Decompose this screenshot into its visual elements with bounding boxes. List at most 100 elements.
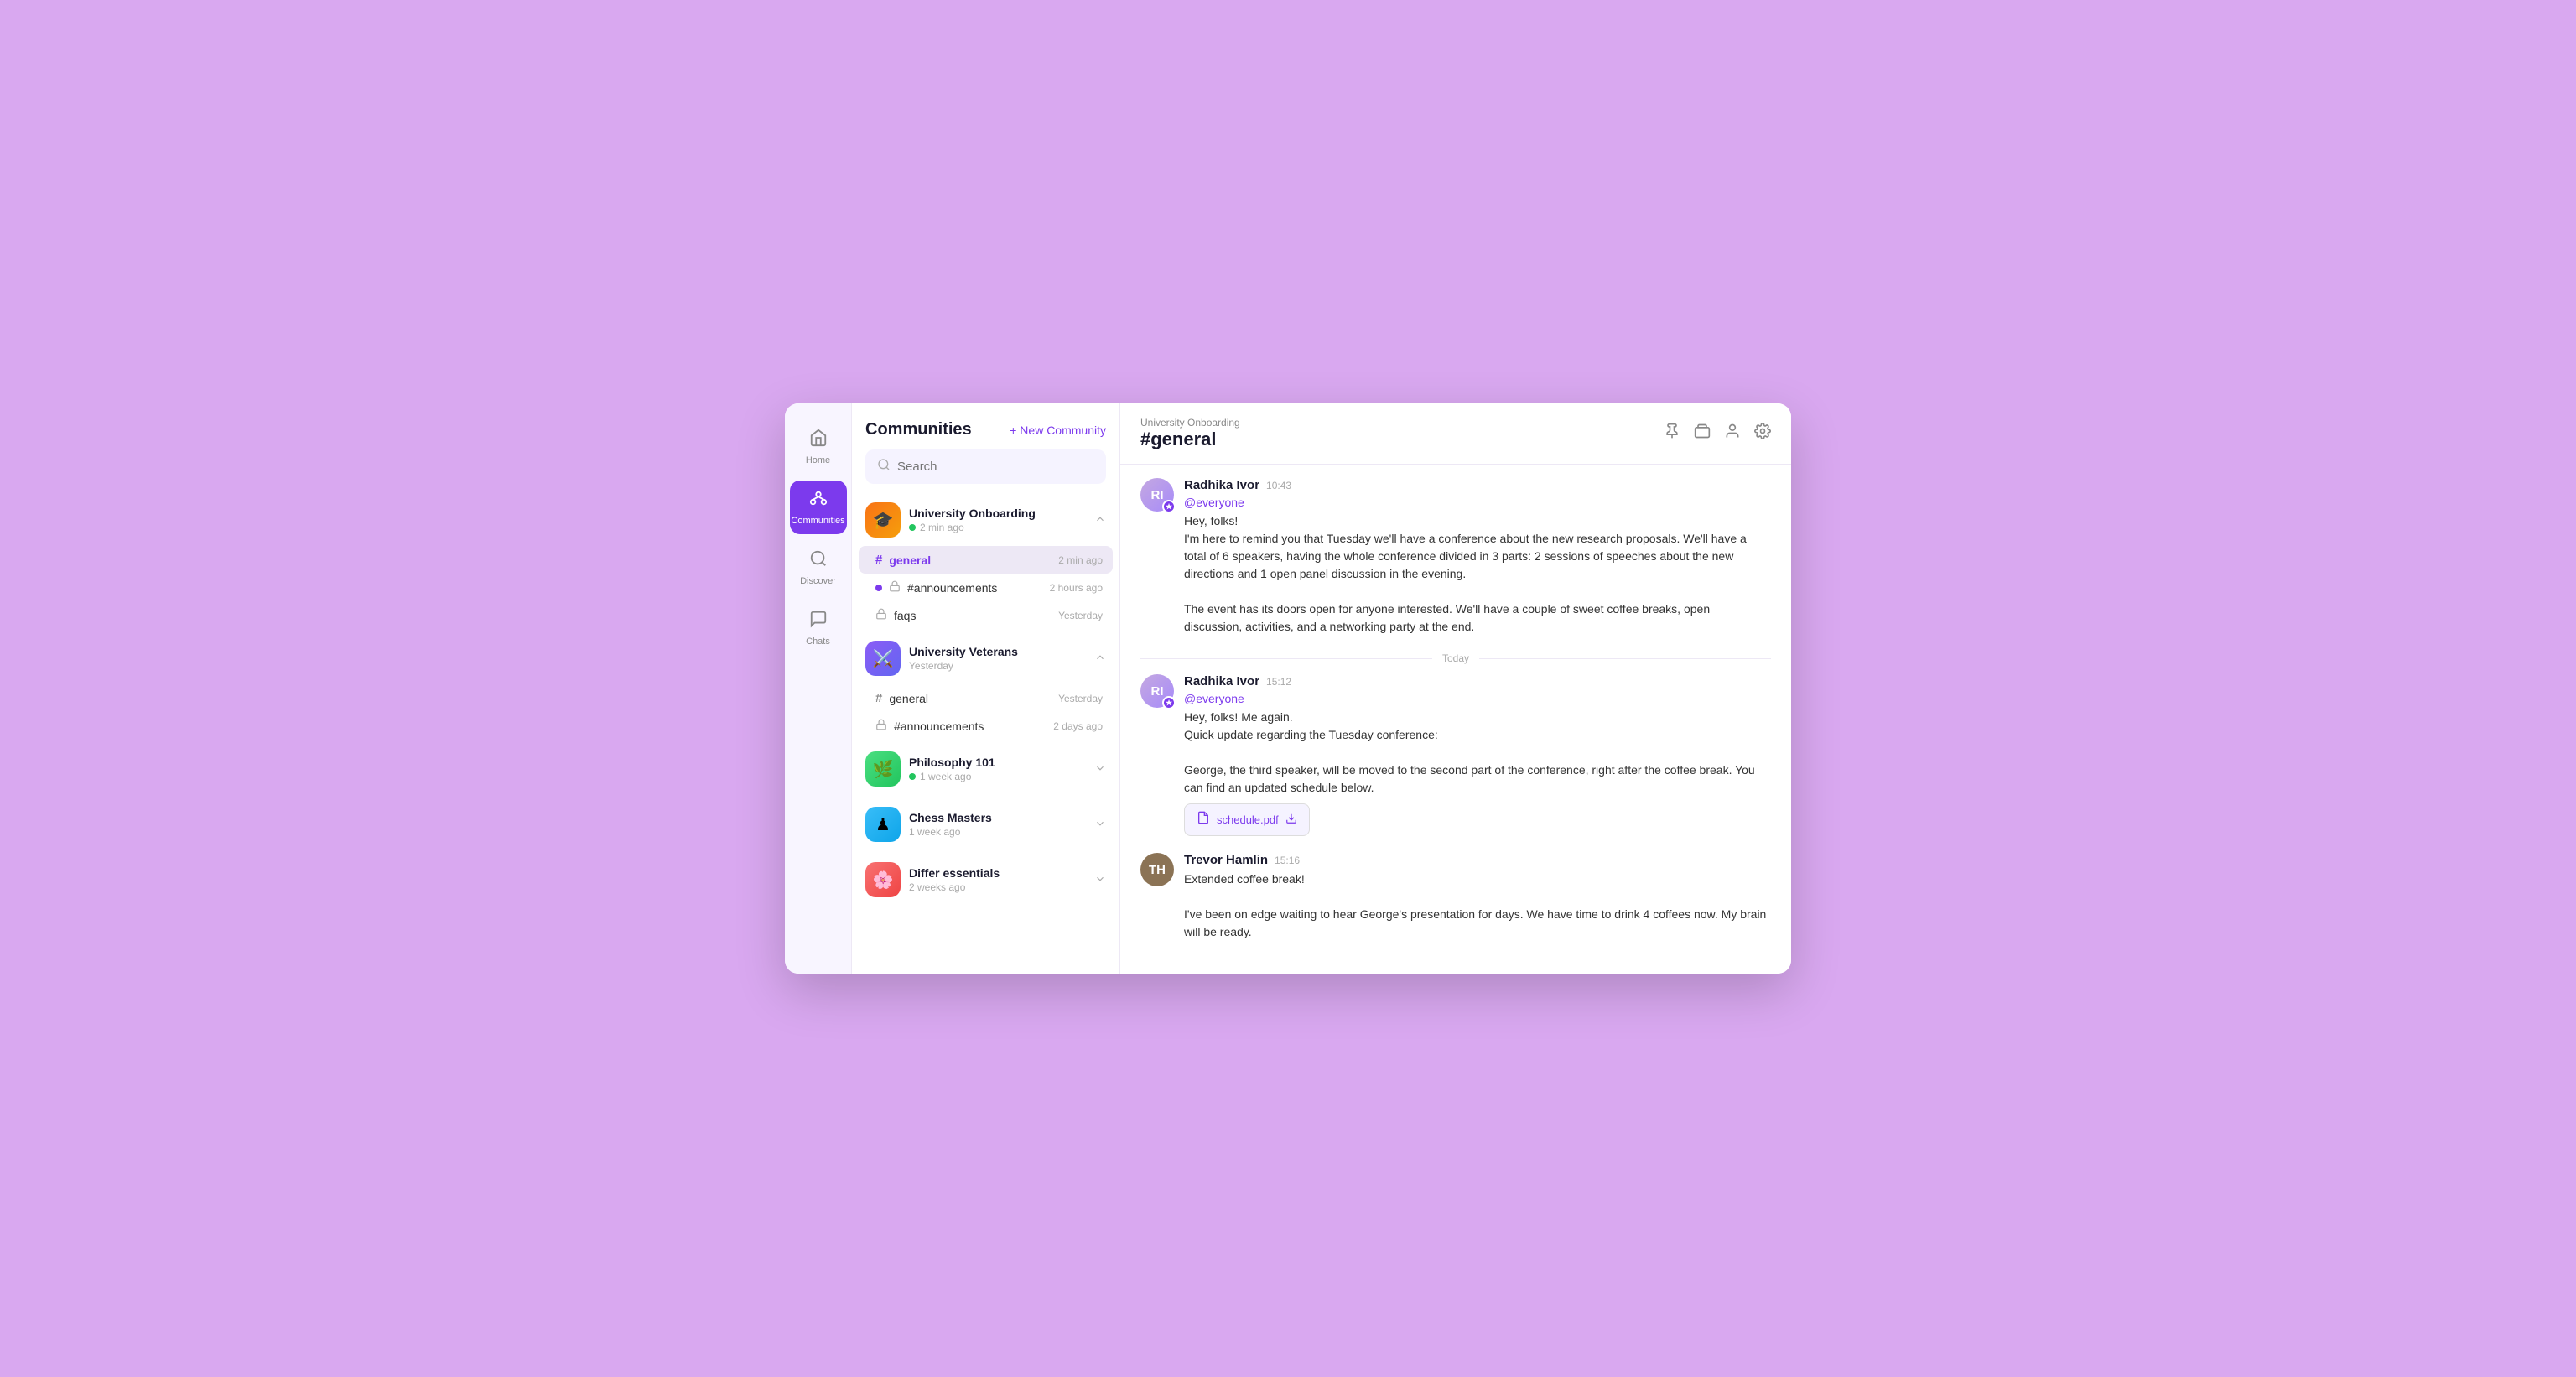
home-label: Home bbox=[806, 455, 830, 465]
community-time: 2 min ago bbox=[920, 522, 964, 533]
communities-list: 🎓 University Onboarding 2 min ago bbox=[852, 494, 1119, 974]
channel-time: Yesterday bbox=[1058, 610, 1103, 621]
message-header-1: Radhika Ivor 10:43 bbox=[1184, 478, 1771, 492]
community-avatar-differ: 🌸 bbox=[865, 862, 901, 897]
discover-label: Discover bbox=[800, 576, 836, 586]
file-attachment[interactable]: schedule.pdf bbox=[1184, 803, 1310, 836]
mention: @everyone bbox=[1184, 496, 1771, 509]
pin-icon[interactable] bbox=[1664, 423, 1680, 444]
community-row-philosophy[interactable]: 🌿 Philosophy 101 1 week ago bbox=[859, 743, 1113, 795]
chats-icon bbox=[809, 610, 828, 633]
mention: @everyone bbox=[1184, 692, 1771, 705]
community-time: 1 week ago bbox=[909, 826, 960, 838]
community-meta: 1 week ago bbox=[909, 771, 1094, 782]
community-name: Philosophy 101 bbox=[909, 756, 1094, 769]
chevron-down-icon[interactable] bbox=[1094, 818, 1106, 832]
avatar-container-radhika-2: RI ★ bbox=[1140, 674, 1174, 836]
community-row-chess[interactable]: ♟ Chess Masters 1 week ago bbox=[859, 798, 1113, 850]
lock-icon bbox=[889, 580, 901, 595]
chat-header-left: University Onboarding #general bbox=[1140, 417, 1240, 450]
download-icon[interactable] bbox=[1285, 813, 1297, 827]
community-avatar-philosophy: 🌿 bbox=[865, 751, 901, 787]
sidebar-item-communities[interactable]: Communities bbox=[790, 481, 847, 534]
channel-left: faqs bbox=[875, 608, 916, 622]
chats-label: Chats bbox=[806, 637, 830, 647]
chat-channel-name: #general bbox=[1140, 429, 1240, 450]
community-row-differ[interactable]: 🌸 Differ essentials 2 weeks ago bbox=[859, 854, 1113, 906]
chevron-up-icon[interactable] bbox=[1094, 652, 1106, 666]
chevron-down-icon[interactable] bbox=[1094, 762, 1106, 777]
channel-time: 2 min ago bbox=[1058, 554, 1103, 566]
channel-name: faqs bbox=[894, 609, 916, 622]
new-community-button[interactable]: + New Community bbox=[1010, 423, 1106, 437]
channel-item-faqs[interactable]: faqs Yesterday bbox=[859, 601, 1113, 629]
sidebar-item-discover[interactable]: Discover bbox=[790, 541, 847, 595]
message-content-1: Radhika Ivor 10:43 @everyone Hey, folks!… bbox=[1184, 478, 1771, 636]
avatar-radhika-2: RI ★ bbox=[1140, 674, 1174, 708]
message-text: Extended coffee break! I've been on edge… bbox=[1184, 870, 1771, 941]
message-3: TH Trevor Hamlin 15:16 Extended coffee b… bbox=[1140, 853, 1771, 941]
channel-name: general bbox=[889, 692, 928, 705]
community-time: 2 weeks ago bbox=[909, 881, 965, 893]
message-text: Hey, folks! Me again. Quick update regar… bbox=[1184, 709, 1771, 797]
community-time: 1 week ago bbox=[920, 771, 971, 782]
community-name: Differ essentials bbox=[909, 866, 1094, 880]
chevron-up-icon[interactable] bbox=[1094, 513, 1106, 527]
chat-header: University Onboarding #general bbox=[1120, 403, 1791, 465]
app-window: Home Communities Discover bbox=[785, 403, 1791, 974]
settings-icon[interactable] bbox=[1754, 423, 1771, 444]
community-name: University Veterans bbox=[909, 645, 1094, 658]
channel-item-veterans-announcements[interactable]: #announcements 2 days ago bbox=[859, 712, 1113, 740]
layers-icon[interactable] bbox=[1694, 423, 1711, 444]
community-meta: 2 min ago bbox=[909, 522, 1094, 533]
channel-item-veterans-general[interactable]: # general Yesterday bbox=[859, 684, 1113, 712]
message-time: 15:12 bbox=[1266, 676, 1291, 688]
community-group-university-veterans: ⚔️ University Veterans Yesterday # gen bbox=[859, 632, 1113, 740]
hash-icon: # bbox=[875, 553, 882, 567]
chevron-down-icon[interactable] bbox=[1094, 873, 1106, 887]
channel-name: #announcements bbox=[894, 720, 984, 733]
community-avatar-university-onboarding: 🎓 bbox=[865, 502, 901, 538]
community-badge-icon: ★ bbox=[1162, 500, 1176, 513]
sidebar-nav: Home Communities Discover bbox=[785, 403, 852, 974]
community-info-philosophy: Philosophy 101 1 week ago bbox=[909, 756, 1094, 782]
community-meta: 1 week ago bbox=[909, 826, 1094, 838]
community-info-chess: Chess Masters 1 week ago bbox=[909, 811, 1094, 838]
date-divider-label: Today bbox=[1432, 652, 1479, 664]
channel-time: 2 days ago bbox=[1053, 720, 1103, 732]
community-info-university-veterans: University Veterans Yesterday bbox=[909, 645, 1094, 672]
community-avatar-university-veterans: ⚔️ bbox=[865, 641, 901, 676]
sidebar-item-chats[interactable]: Chats bbox=[790, 601, 847, 655]
members-icon[interactable] bbox=[1724, 423, 1741, 444]
messages-container: RI ★ Radhika Ivor 10:43 @everyone Hey, f… bbox=[1120, 465, 1791, 974]
message-header-3: Trevor Hamlin 15:16 bbox=[1184, 853, 1771, 867]
chat-header-actions bbox=[1664, 423, 1771, 444]
message-1: RI ★ Radhika Ivor 10:43 @everyone Hey, f… bbox=[1140, 478, 1771, 636]
search-icon bbox=[877, 458, 891, 475]
channel-item-general-active[interactable]: # general 2 min ago bbox=[859, 546, 1113, 574]
channel-item-announcements[interactable]: #announcements 2 hours ago bbox=[859, 574, 1113, 601]
communities-title: Communities bbox=[865, 420, 972, 439]
community-row-university-onboarding[interactable]: 🎓 University Onboarding 2 min ago bbox=[859, 494, 1113, 546]
community-group-differ: 🌸 Differ essentials 2 weeks ago bbox=[859, 854, 1113, 906]
channel-left: # general bbox=[875, 691, 928, 705]
community-name: University Onboarding bbox=[909, 507, 1094, 520]
community-row-university-veterans[interactable]: ⚔️ University Veterans Yesterday bbox=[859, 632, 1113, 684]
community-meta: 2 weeks ago bbox=[909, 881, 1094, 893]
file-icon bbox=[1197, 811, 1210, 829]
message-content-2: Radhika Ivor 15:12 @everyone Hey, folks!… bbox=[1184, 674, 1771, 836]
message-time: 15:16 bbox=[1275, 855, 1300, 866]
unread-dot bbox=[875, 585, 882, 591]
community-group-philosophy: 🌿 Philosophy 101 1 week ago bbox=[859, 743, 1113, 795]
channel-left: #announcements bbox=[875, 580, 997, 595]
sidebar-item-home[interactable]: Home bbox=[790, 420, 847, 474]
search-input[interactable] bbox=[897, 460, 1094, 474]
community-name: Chess Masters bbox=[909, 811, 1094, 824]
date-divider-today: Today bbox=[1140, 652, 1771, 664]
community-info-differ: Differ essentials 2 weeks ago bbox=[909, 866, 1094, 893]
communities-panel: Communities + New Community 🎓 University… bbox=[852, 403, 1120, 974]
channel-time: 2 hours ago bbox=[1050, 582, 1103, 594]
chat-community-name: University Onboarding bbox=[1140, 417, 1240, 429]
avatar-container-radhika: RI ★ bbox=[1140, 478, 1174, 636]
message-author: Trevor Hamlin bbox=[1184, 853, 1268, 867]
